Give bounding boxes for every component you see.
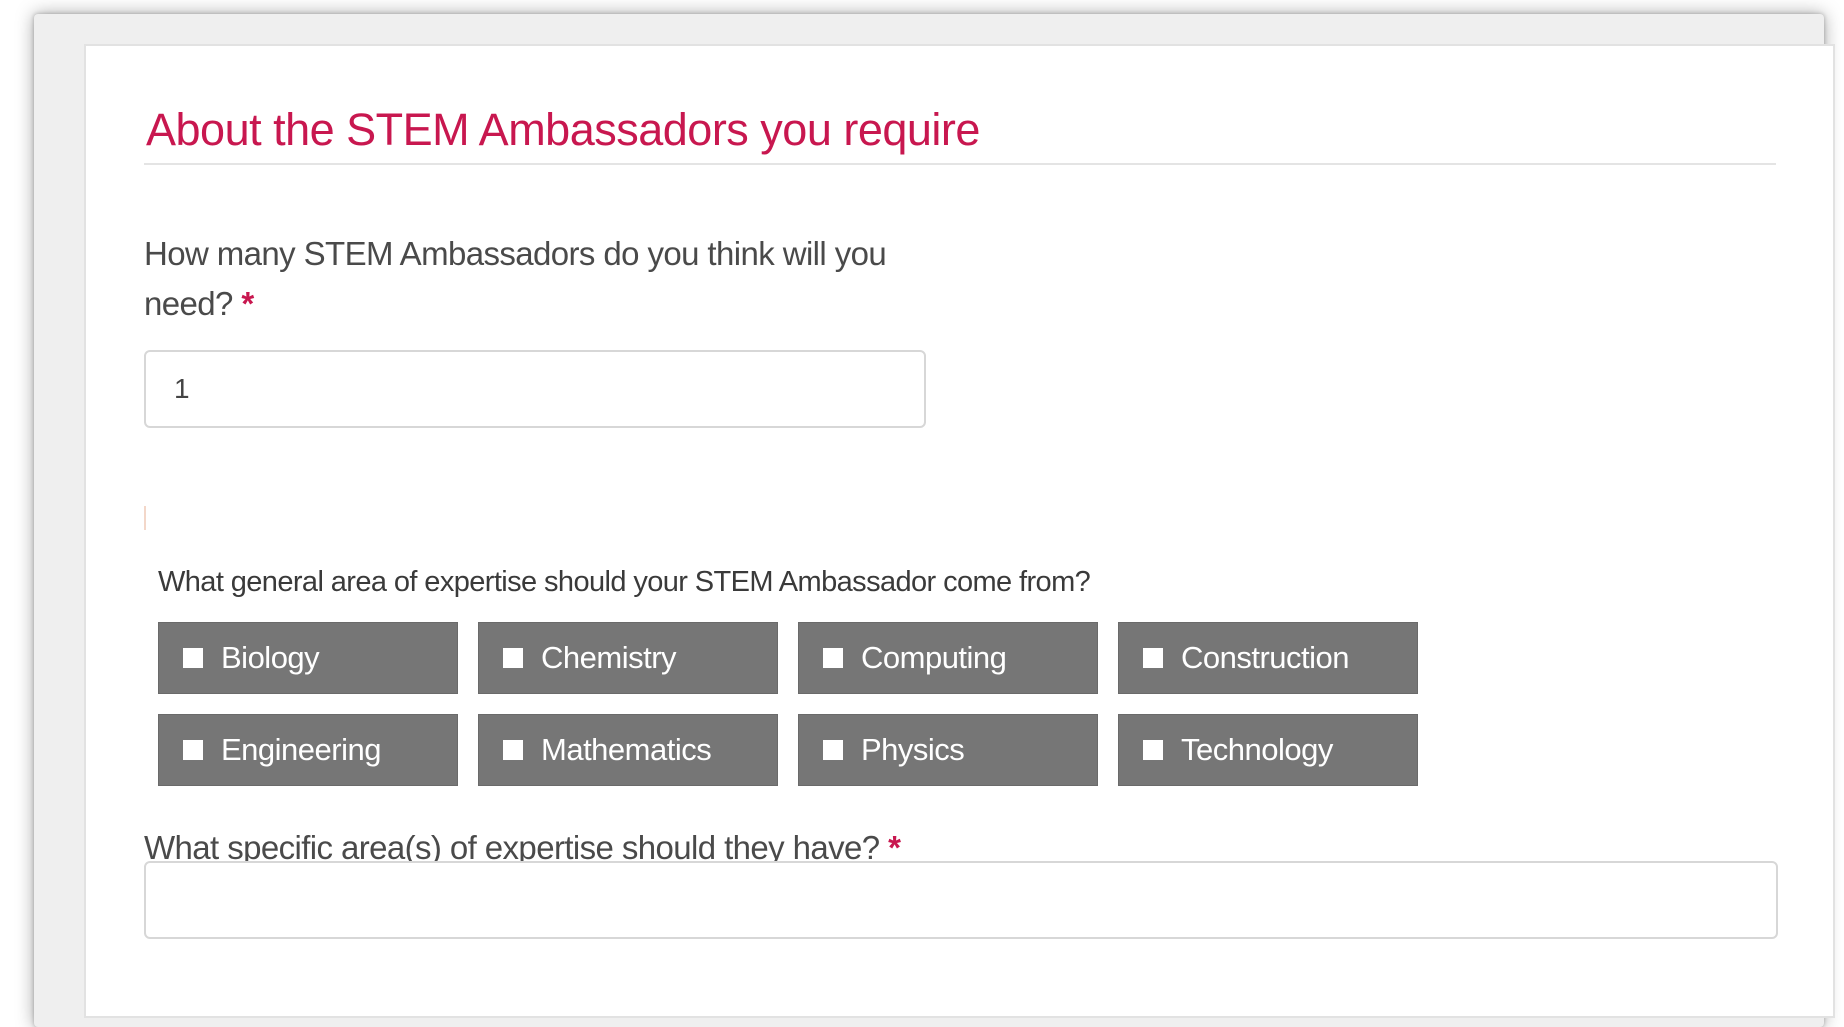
ambassador-count-label: How many STEM Ambassadors do you think w… [144,229,944,329]
section-divider [144,163,1776,165]
checkbox-unchecked-icon[interactable] [183,740,203,760]
window-frame: About the STEM Ambassadors you require H… [34,14,1835,1027]
option-label: Mathematics [541,732,712,767]
checkbox-unchecked-icon[interactable] [1143,740,1163,760]
specific-area-input[interactable] [144,861,1778,939]
option-label: Computing [861,640,1007,675]
option-chemistry[interactable]: Chemistry [478,622,778,694]
general-area-options: Biology Chemistry Computing Construction… [158,622,1438,786]
option-computing[interactable]: Computing [798,622,1098,694]
option-engineering[interactable]: Engineering [158,714,458,786]
general-area-label: What general area of expertise should yo… [158,566,1091,598]
checkbox-unchecked-icon[interactable] [823,740,843,760]
option-label: Technology [1181,732,1333,767]
option-label: Construction [1181,640,1350,675]
decorative-mark [144,506,146,530]
checkbox-unchecked-icon[interactable] [503,740,523,760]
option-construction[interactable]: Construction [1118,622,1418,694]
option-biology[interactable]: Biology [158,622,458,694]
ambassador-count-label-text: How many STEM Ambassadors do you think w… [144,235,887,322]
required-marker: * [241,285,254,322]
option-physics[interactable]: Physics [798,714,1098,786]
checkbox-unchecked-icon[interactable] [183,648,203,668]
ambassador-count-input[interactable] [144,350,926,428]
form-panel: About the STEM Ambassadors you require H… [84,44,1835,1018]
checkbox-unchecked-icon[interactable] [503,648,523,668]
option-mathematics[interactable]: Mathematics [478,714,778,786]
option-label: Chemistry [541,640,677,675]
checkbox-unchecked-icon[interactable] [823,648,843,668]
section-title: About the STEM Ambassadors you require [146,104,980,155]
option-label: Engineering [221,732,381,767]
option-label: Physics [861,732,965,767]
option-technology[interactable]: Technology [1118,714,1418,786]
checkbox-unchecked-icon[interactable] [1143,648,1163,668]
option-label: Biology [221,640,320,675]
